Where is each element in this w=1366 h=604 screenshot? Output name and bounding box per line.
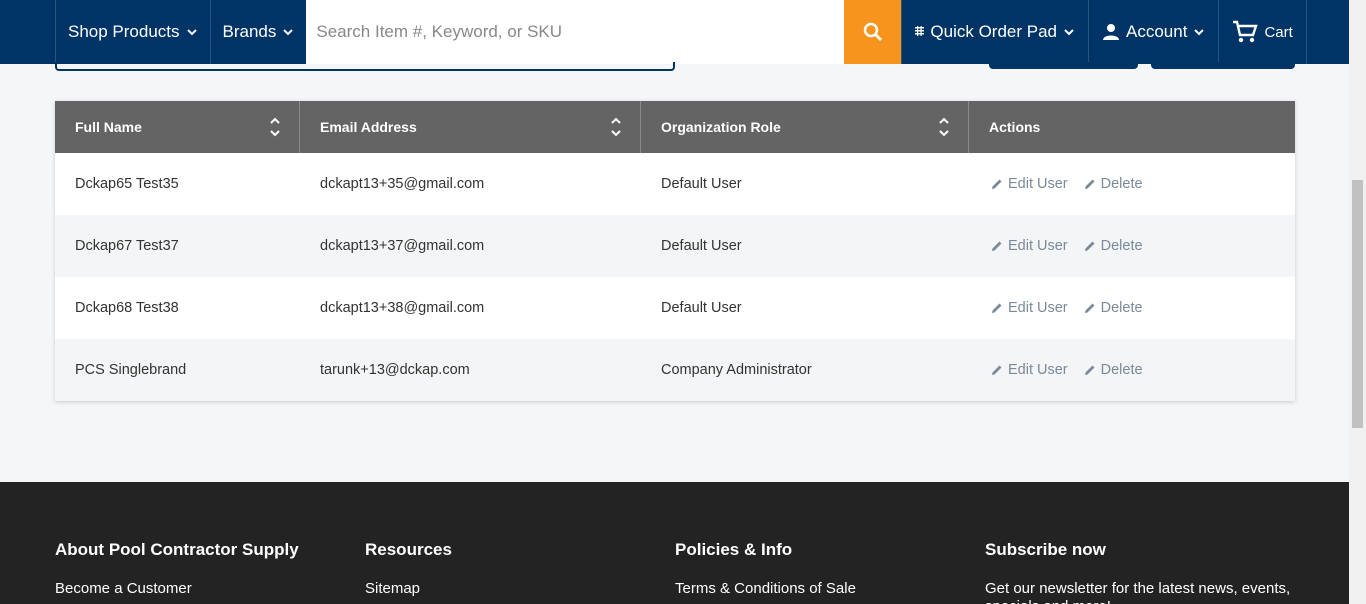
search-input[interactable] — [306, 0, 845, 64]
pencil-icon — [992, 241, 1002, 251]
top-navigation-bar: Shop Products Brands Quick Order Pad Acc… — [0, 0, 1349, 64]
role-cell: Default User — [661, 238, 742, 254]
table-row: Dckap68 Test38 dckapt13+38@gmail.com Def… — [55, 277, 1295, 339]
search-icon — [863, 22, 882, 41]
footer-policies-heading: Policies & Info — [675, 540, 793, 559]
delete-user-link[interactable]: Delete — [1084, 238, 1143, 254]
user-search-field-edge[interactable] — [55, 62, 675, 71]
email-cell: dckapt13+38@gmail.com — [320, 300, 485, 316]
table-row: Dckap65 Test35 dckapt13+35@gmail.com Def… — [55, 153, 1295, 215]
role-cell: Company Administrator — [661, 362, 812, 378]
table-header: Full Name Email Address Organization Rol… — [55, 101, 1295, 153]
edit-user-label: Edit User — [1008, 176, 1068, 192]
cart-icon — [1233, 20, 1259, 43]
pencil-icon — [1084, 179, 1095, 189]
actions-cell: Edit User Delete — [969, 176, 1295, 192]
sort-icon — [939, 117, 949, 137]
column-header-label: Organization Role — [661, 119, 781, 135]
footer-resources-column: Resources Sitemap — [365, 540, 452, 597]
account-menu[interactable]: Account — [1088, 0, 1218, 64]
email-cell: dckapt13+37@gmail.com — [320, 238, 485, 254]
sort-icon — [611, 117, 621, 137]
site-footer: About Pool Contractor Supply Become a Cu… — [0, 482, 1349, 604]
actions-cell: Edit User Delete — [969, 300, 1295, 316]
full-name-cell: Dckap68 Test38 — [75, 300, 179, 316]
footer-about-heading: About Pool Contractor Supply — [55, 540, 299, 559]
role-cell: Default User — [661, 300, 742, 316]
delete-label: Delete — [1100, 238, 1143, 254]
column-header-label: Actions — [989, 119, 1041, 135]
edit-user-link[interactable]: Edit User — [991, 362, 1068, 378]
table-row: Dckap67 Test37 dckapt13+37@gmail.com Def… — [55, 215, 1295, 277]
pencil-icon — [1084, 365, 1095, 375]
pencil-icon — [992, 303, 1002, 313]
delete-label: Delete — [1100, 176, 1143, 192]
brands-menu[interactable]: Brands — [209, 0, 307, 64]
edit-user-link[interactable]: Edit User — [991, 176, 1068, 192]
actions-cell: Edit User Delete — [969, 238, 1295, 254]
column-header-role[interactable]: Organization Role — [641, 101, 969, 153]
delete-user-link[interactable]: Delete — [1084, 362, 1143, 378]
toolbar-button-edge[interactable] — [1151, 62, 1295, 69]
footer-policies-column: Policies & Info Terms & Conditions of Sa… — [675, 540, 856, 597]
newsletter-text: Get our newsletter for the latest news, … — [985, 580, 1291, 604]
brands-label: Brands — [222, 22, 277, 41]
chevron-down-icon — [186, 29, 197, 36]
edit-user-label: Edit User — [1008, 362, 1068, 378]
edit-user-link[interactable]: Edit User — [991, 300, 1068, 316]
pencil-icon — [1084, 303, 1095, 313]
footer-subscribe-column: Subscribe now Get our newsletter for the… — [985, 540, 1300, 604]
pencil-icon — [1084, 241, 1095, 251]
edit-user-label: Edit User — [1008, 300, 1068, 316]
email-cell: dckapt13+35@gmail.com — [320, 176, 485, 192]
full-name-cell: PCS Singlebrand — [75, 362, 187, 378]
become-customer-link[interactable]: Become a Customer — [55, 580, 299, 597]
cart-link[interactable]: Cart — [1218, 0, 1307, 64]
column-header-full-name[interactable]: Full Name — [55, 101, 300, 153]
chevron-down-icon — [1194, 29, 1205, 36]
shop-products-menu[interactable]: Shop Products — [55, 0, 210, 64]
table-row: PCS Singlebrand tarunk+13@dckap.com Comp… — [55, 339, 1295, 401]
delete-user-link[interactable]: Delete — [1084, 300, 1143, 316]
sitemap-link[interactable]: Sitemap — [365, 580, 452, 597]
users-table: Full Name Email Address Organization Rol… — [55, 101, 1295, 401]
user-icon — [1103, 24, 1119, 40]
toolbar-button-edge[interactable] — [989, 62, 1138, 69]
search-button[interactable] — [844, 0, 902, 64]
shop-products-label: Shop Products — [68, 22, 180, 41]
footer-resources-heading: Resources — [365, 540, 452, 559]
edit-user-label: Edit User — [1008, 238, 1068, 254]
full-name-cell: Dckap65 Test35 — [75, 176, 179, 192]
main-nav: Shop Products Brands Quick Order Pad Acc… — [55, 0, 1307, 64]
column-header-email[interactable]: Email Address — [300, 101, 641, 153]
column-header-actions: Actions — [969, 101, 1295, 153]
sort-icon — [270, 117, 280, 137]
pencil-icon — [992, 365, 1002, 375]
chevron-down-icon — [283, 29, 294, 36]
list-icon — [915, 26, 925, 36]
column-header-label: Email Address — [320, 119, 417, 135]
role-cell: Default User — [661, 176, 742, 192]
pencil-icon — [992, 179, 1002, 189]
email-cell: tarunk+13@dckap.com — [320, 362, 470, 378]
delete-label: Delete — [1100, 362, 1143, 378]
delete-user-link[interactable]: Delete — [1084, 176, 1143, 192]
scrollbar-thumb[interactable] — [1352, 180, 1363, 428]
quick-order-pad-label: Quick Order Pad — [930, 22, 1057, 41]
chevron-down-icon — [1064, 29, 1074, 36]
full-name-cell: Dckap67 Test37 — [75, 238, 179, 254]
column-header-label: Full Name — [75, 119, 142, 135]
actions-cell: Edit User Delete — [969, 362, 1295, 378]
edit-user-link[interactable]: Edit User — [991, 238, 1068, 254]
delete-label: Delete — [1100, 300, 1143, 316]
footer-about-column: About Pool Contractor Supply Become a Cu… — [55, 540, 299, 597]
terms-link[interactable]: Terms & Conditions of Sale — [675, 580, 856, 597]
cart-label: Cart — [1264, 23, 1293, 41]
account-label: Account — [1126, 22, 1188, 41]
footer-subscribe-heading: Subscribe now — [985, 540, 1106, 559]
quick-order-pad-menu[interactable]: Quick Order Pad — [901, 0, 1088, 64]
